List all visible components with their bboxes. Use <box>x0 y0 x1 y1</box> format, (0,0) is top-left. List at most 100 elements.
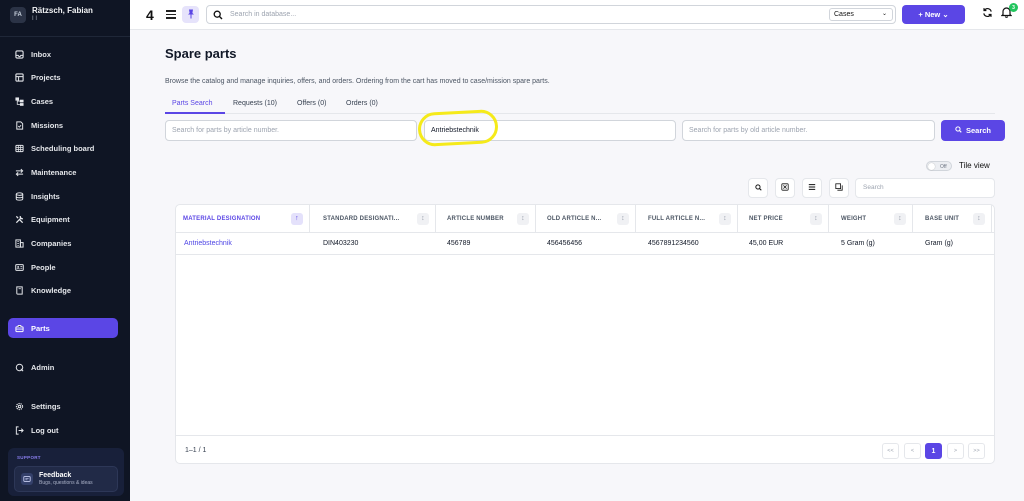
result-range: 1–1 / 1 <box>185 447 207 454</box>
cell-net-price: 45,00 EUR <box>749 240 784 247</box>
list-view-button[interactable] <box>802 178 822 198</box>
logout-icon <box>14 425 24 435</box>
designation-input[interactable]: Antriebstechnik <box>424 120 676 141</box>
sidebar-item-maintenance[interactable]: Maintenance <box>8 162 118 182</box>
first-page-button[interactable]: << <box>882 443 899 459</box>
column-old-article-number[interactable]: OLD ARTICLE N... ↕ <box>540 205 636 233</box>
column-standard-designation[interactable]: STANDARD DESIGNATI... ↕ <box>316 205 436 233</box>
tab-requests[interactable]: Requests (10) <box>233 100 277 107</box>
cases-icon <box>14 96 24 106</box>
article-number-input[interactable]: Search for parts by article number. <box>165 120 417 141</box>
toggle-state: Off <box>940 163 947 170</box>
sort-icon[interactable]: ↕ <box>719 213 731 225</box>
column-label: OLD ARTICLE N... <box>547 216 602 222</box>
sidebar-item-admin[interactable]: Admin <box>8 357 118 377</box>
sort-icon[interactable]: ↕ <box>894 213 906 225</box>
app-logo[interactable]: 4 <box>146 7 154 23</box>
sidebar-item-label: Companies <box>31 238 72 248</box>
arrows-swap-icon <box>14 167 24 177</box>
sidebar-item-label: Projects <box>31 72 61 82</box>
global-search[interactable]: Search in database... Cases ⌄ <box>206 5 896 24</box>
column-net-price[interactable]: NET PRICE ↕ <box>742 205 829 233</box>
last-page-button[interactable]: >> <box>968 443 985 459</box>
columns-button[interactable] <box>829 178 849 198</box>
parts-table: MATERIAL DESIGNATION ↑ STANDARD DESIGNATI… <box>175 204 995 464</box>
column-material-designation[interactable]: MATERIAL DESIGNATION ↑ <box>176 205 310 233</box>
old-article-number-input[interactable]: Search for parts by old article number. <box>682 120 935 141</box>
tools-icon <box>14 214 24 224</box>
gear-icon <box>14 401 24 411</box>
search-button[interactable]: Search <box>941 120 1005 141</box>
sort-icon[interactable]: ↕ <box>517 213 529 225</box>
admin-icon <box>14 362 24 372</box>
new-button[interactable]: + New ⌄ <box>902 5 965 24</box>
sync-icon[interactable] <box>982 7 993 21</box>
tab-orders[interactable]: Orders (0) <box>346 100 378 107</box>
global-search-input[interactable]: Search in database... <box>230 11 296 18</box>
sidebar-item-cases[interactable]: Cases <box>8 91 118 111</box>
table-row[interactable]: Antriebstechnik DIN403230 456789 4564564… <box>176 233 994 255</box>
table-footer: 1–1 / 1 << < 1 > >> <box>176 435 994 463</box>
cell-material-designation[interactable]: Antriebstechnik <box>177 233 232 255</box>
columns-icon <box>835 183 843 193</box>
sidebar-item-projects[interactable]: Projects <box>8 67 118 87</box>
column-label: ARTICLE NUMBER <box>447 216 504 222</box>
pin-icon <box>187 9 195 21</box>
sidebar-item-parts[interactable]: Parts <box>8 318 118 338</box>
prev-page-button[interactable]: < <box>904 443 921 459</box>
sidebar-item-missions[interactable]: Missions <box>8 115 118 135</box>
sidebar-item-equipment[interactable]: Equipment <box>8 209 118 229</box>
search-scope-value: Cases <box>834 11 854 18</box>
id-card-icon <box>14 262 24 272</box>
sidebar-item-label: Inbox <box>31 49 51 59</box>
tile-view-toggle[interactable]: Off <box>926 161 952 171</box>
sidebar-item-companies[interactable]: Companies <box>8 233 118 253</box>
sidebar-item-settings[interactable]: Settings <box>8 396 118 416</box>
sort-icon[interactable]: ↕ <box>417 213 429 225</box>
feedback-subtitle: Bugs, questions & ideas <box>39 480 93 486</box>
column-base-unit[interactable]: BASE UNIT ↕ <box>918 205 992 233</box>
sidebar-item-inbox[interactable]: Inbox <box>8 44 118 64</box>
table-search-input[interactable]: Search <box>855 178 995 198</box>
column-label: WEIGHT <box>841 216 867 222</box>
active-tab-indicator <box>165 112 225 114</box>
pin-button[interactable] <box>182 6 199 23</box>
sidebar-item-insights[interactable]: Insights <box>8 186 118 206</box>
tab-offers[interactable]: Offers (0) <box>297 100 326 107</box>
search-scope-select[interactable]: Cases ⌄ <box>829 8 893 21</box>
column-label: STANDARD DESIGNATI... <box>323 216 400 222</box>
projects-icon <box>14 72 24 82</box>
sidebar-item-scheduling-board[interactable]: Scheduling board <box>8 138 118 158</box>
page-1-button[interactable]: 1 <box>925 443 942 459</box>
feedback-button[interactable]: Feedback Bugs, questions & ideas <box>14 466 118 492</box>
calendar-grid-icon <box>14 143 24 153</box>
tab-parts-search[interactable]: Parts Search <box>172 100 212 107</box>
export-button[interactable] <box>775 178 795 198</box>
user-profile[interactable]: FA Rätzsch, Fabian I I <box>10 6 93 23</box>
search-icon <box>754 183 762 193</box>
sidebar-item-people[interactable]: People <box>8 257 118 277</box>
feedback-icon <box>21 473 33 485</box>
sidebar-item-label: Parts <box>31 323 50 333</box>
sidebar-item-label: Maintenance <box>31 167 77 177</box>
sidebar-item-logout[interactable]: Log out <box>8 420 118 440</box>
sort-icon[interactable]: ↕ <box>810 213 822 225</box>
tile-view-label: Tile view <box>959 161 990 170</box>
column-full-article-number[interactable]: FULL ARTICLE N... ↕ <box>641 205 738 233</box>
sort-asc-icon[interactable]: ↑ <box>291 213 303 225</box>
column-weight[interactable]: WEIGHT ↕ <box>834 205 913 233</box>
toolbox-icon <box>14 323 24 333</box>
column-article-number[interactable]: ARTICLE NUMBER ↕ <box>440 205 536 233</box>
search-tool-button[interactable] <box>748 178 768 198</box>
sort-icon[interactable]: ↕ <box>617 213 629 225</box>
page-description: Browse the catalog and manage inquiries,… <box>165 78 550 85</box>
next-page-button[interactable]: > <box>947 443 964 459</box>
column-label: NET PRICE <box>749 216 783 222</box>
sidebar-divider <box>0 36 130 37</box>
user-name: Rätzsch, Fabian <box>32 6 93 15</box>
sidebar-item-knowledge[interactable]: Knowledge <box>8 280 118 300</box>
sidebar-item-label: Equipment <box>31 214 70 224</box>
user-subtitle: I I <box>32 16 38 22</box>
sort-icon[interactable]: ↕ <box>973 213 985 225</box>
menu-icon[interactable] <box>166 10 176 21</box>
